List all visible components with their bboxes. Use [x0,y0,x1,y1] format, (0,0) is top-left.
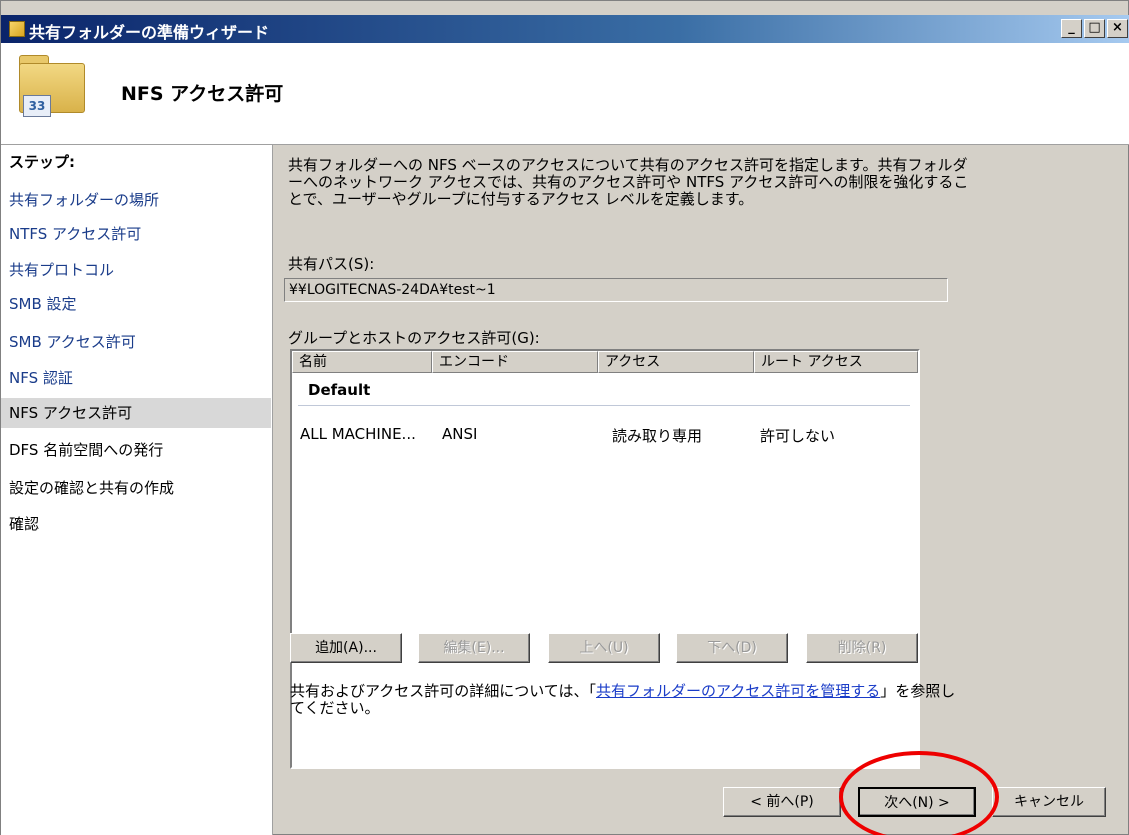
step-ntfs-permissions[interactable]: NTFS アクセス許可 [1,219,271,249]
step-smb-settings[interactable]: SMB 設定 [1,289,271,319]
users-badge-icon: 33 [23,95,51,117]
move-down-button[interactable]: 下へ(D) [676,633,788,663]
step-share-protocols[interactable]: 共有プロトコル [1,255,271,285]
share-path-label: 共有パス(S): [288,255,375,273]
group-divider [298,405,910,406]
step-nfs-authentication[interactable]: NFS 認証 [1,363,271,393]
title-bar[interactable]: 共有フォルダーの準備ウィザード _ □ × [1,15,1129,43]
minimize-button[interactable]: _ [1061,19,1082,38]
step-review-create: 設定の確認と共有の作成 [9,479,175,497]
group-header-default: Default [308,381,371,399]
cell-root-access[interactable]: 許可しない [760,425,835,446]
step-smb-permissions[interactable]: SMB アクセス許可 [1,327,271,357]
column-header-encoding[interactable]: エンコード [432,351,598,373]
list-header: 名前 エンコード アクセス ルート アクセス [292,351,918,373]
info-prefix: 共有およびアクセス許可の詳細については、「 [290,682,597,700]
remove-button[interactable]: 削除(R) [806,633,918,663]
app-icon [9,21,25,37]
steps-pane: ステップ: 共有フォルダーの場所 NTFS アクセス許可 共有プロトコル SMB… [1,145,273,835]
steps-heading: ステップ: [9,153,75,171]
move-up-button[interactable]: 上へ(U) [548,633,660,663]
shared-folder-icon: 33 [19,55,89,117]
close-button[interactable]: × [1107,19,1128,38]
column-header-access[interactable]: アクセス [598,351,754,373]
next-button[interactable]: 次へ(N) > [858,787,976,817]
info-text: 共有およびアクセス許可の詳細については、「共有フォルダーのアクセス許可を管理する… [290,683,960,717]
wizard-header: 33 NFS アクセス許可 [1,43,1129,145]
description-text: 共有フォルダーへの NFS ベースのアクセスについて共有のアクセス許可を指定しま… [288,156,969,208]
manage-permissions-link[interactable]: 共有フォルダーのアクセス許可を管理する [596,682,880,700]
step-share-location[interactable]: 共有フォルダーの場所 [1,185,271,215]
cell-access[interactable]: 読み取り専用 [612,425,702,446]
content-pane: 共有フォルダーへの NFS ベースのアクセスについて共有のアクセス許可を指定しま… [274,145,1129,835]
back-button[interactable]: < 前へ(P) [723,787,841,817]
cell-name[interactable]: ALL MACHINE... [300,425,416,443]
groups-label: グループとホストのアクセス許可(G): [288,329,540,347]
step-nfs-permissions: NFS アクセス許可 [1,398,271,428]
share-path-field[interactable]: ¥¥LOGITECNAS-24DA¥test~1 [284,278,948,302]
edit-button[interactable]: 編集(E)... [418,633,530,663]
cell-encoding[interactable]: ANSI [442,425,477,443]
page-title: NFS アクセス許可 [121,83,284,105]
column-header-name[interactable]: 名前 [292,351,432,373]
window-title: 共有フォルダーの準備ウィザード [29,23,270,42]
column-header-root-access[interactable]: ルート アクセス [754,351,918,373]
cancel-button[interactable]: キャンセル [992,787,1106,817]
step-confirmation: 確認 [9,515,40,533]
add-button[interactable]: 追加(A)... [290,633,402,663]
maximize-button[interactable]: □ [1084,19,1105,38]
step-dfs-namespace: DFS 名前空間への発行 [9,441,164,459]
wizard-window: 共有フォルダーの準備ウィザード _ □ × 33 NFS アクセス許可 ステップ… [0,0,1129,835]
